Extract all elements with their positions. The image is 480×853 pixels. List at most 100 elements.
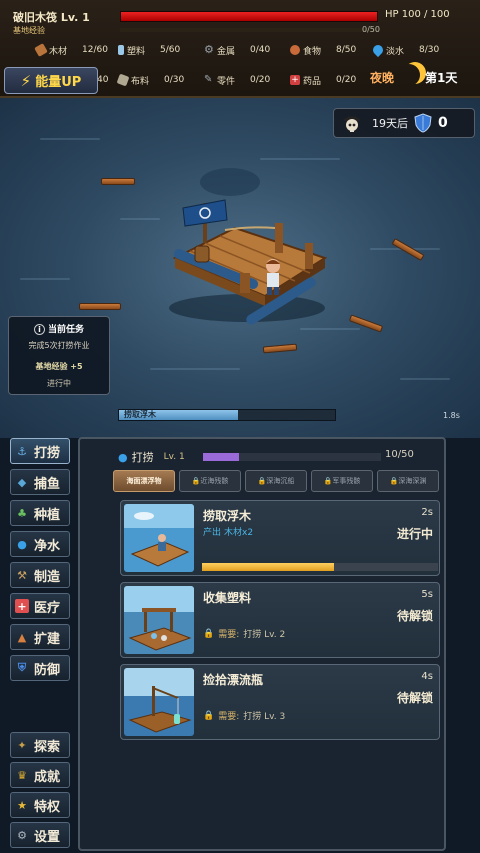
- cloth-icon: [116, 73, 130, 87]
- pirate-skull-icon: [343, 116, 361, 132]
- threat-days: 19天后: [372, 117, 408, 130]
- resource-wood: 木材 12/60: [34, 43, 108, 57]
- nav-medical[interactable]: + 医疗: [10, 593, 70, 619]
- skill-header: ● 打捞 Lv. 1: [118, 449, 185, 465]
- lock-icon: 🔒: [191, 477, 201, 485]
- ocean-scene: 19天后 0 i 当前任务 完成5次打捞作业 基地经验 +5 进行中 捞取浮木 …: [0, 98, 480, 438]
- base-exp-text: 0/50: [362, 25, 380, 34]
- nav-salvage[interactable]: ⚓ 打捞: [10, 438, 70, 464]
- wood-icon: [34, 43, 48, 57]
- action-time: 5s: [421, 589, 433, 600]
- skill-name: 打捞: [131, 451, 154, 464]
- anchor-icon: ⚓: [17, 444, 27, 458]
- plastic-bottle-icon: [118, 45, 124, 55]
- driftwood-thumbnail: [124, 504, 194, 572]
- task-reward: 基地经验 +5: [35, 362, 83, 371]
- meat-icon: [290, 45, 300, 55]
- action-card-plastic[interactable]: 收集塑料 5s 待解锁 🔒 需要: 打捞 Lv. 2: [120, 582, 440, 658]
- top-bar: 破旧木筏 Lv. 1 HP 100 / 100 基地经验 0/50 木材 12/6…: [0, 0, 480, 98]
- action-requirement: 🔒 需要: 打捞 Lv. 2: [203, 628, 286, 641]
- nav-expand[interactable]: ▲ 扩建: [10, 624, 70, 650]
- tab-nearshore[interactable]: 🔒 近海残骸: [179, 470, 241, 492]
- skill-exp-count: 10/50: [385, 449, 414, 460]
- action-title: 捡拾漂流瓶: [203, 673, 264, 687]
- task-status: 进行中: [47, 379, 71, 388]
- resource-parts: ✎ 零件 0/20: [204, 74, 271, 87]
- plastic-thumbnail: [124, 586, 194, 654]
- nav-purify[interactable]: ● 净水: [10, 531, 70, 557]
- compass-icon: ✦: [17, 738, 27, 752]
- nav-achievements[interactable]: ♛ 成就: [10, 762, 70, 788]
- threat-panel[interactable]: 19天后 0: [333, 108, 475, 138]
- task-description: 完成5次打捞作业: [28, 341, 90, 350]
- nav-crafting[interactable]: ⚒ 制造: [10, 562, 70, 588]
- resource-metal: ⚙ 金属 0/40: [204, 43, 271, 57]
- tab-military[interactable]: 🔒 军事残骸: [311, 470, 373, 492]
- lock-icon: 🔒: [389, 477, 399, 485]
- day-counter: 第1天: [425, 71, 458, 85]
- tab-surface[interactable]: 海面漂浮物: [113, 470, 175, 492]
- salvage-tabs: 海面漂浮物 🔒 近海残骸 🔒 深海沉船 🔒 军事残骸 🔒 深海深渊: [113, 470, 439, 492]
- task-title: 当前任务: [47, 325, 84, 335]
- fish-icon: ◆: [17, 475, 27, 489]
- resource-partial: 40: [97, 75, 109, 85]
- lock-icon: 🔒: [257, 477, 267, 485]
- water-drop-icon: [370, 42, 386, 58]
- shield-icon: ⛨: [17, 661, 27, 674]
- hp-bar: [120, 11, 378, 22]
- resource-water: 淡水 8/30: [370, 42, 439, 58]
- nav-defense[interactable]: ⛨ 防御: [10, 655, 70, 681]
- nav-privileges[interactable]: ★ 特权: [10, 792, 70, 818]
- defense-value: 0: [438, 115, 448, 131]
- lightning-icon: ⚡: [20, 71, 32, 90]
- base-exp-label: 基地经验: [13, 26, 45, 35]
- gear-icon: ⚙: [204, 43, 214, 56]
- shield-icon: [414, 113, 432, 133]
- bottle-thumbnail: [124, 668, 194, 736]
- resource-plastic: 塑料 5/60: [118, 43, 180, 57]
- tab-abyss[interactable]: 🔒 深海深渊: [377, 470, 439, 492]
- current-task-panel[interactable]: i 当前任务 完成5次打捞作业 基地经验 +5 进行中: [8, 316, 110, 395]
- lock-icon: 🔒: [323, 477, 333, 485]
- action-status: 待解锁: [396, 609, 433, 623]
- action-status: 待解锁: [396, 691, 433, 705]
- medkit-icon: +: [290, 75, 300, 85]
- info-icon: i: [33, 324, 45, 335]
- action-time: 2s: [421, 507, 433, 518]
- action-card-bottle[interactable]: 捡拾漂流瓶 4s 待解锁 🔒 需要: 打捞 Lv. 3: [120, 664, 440, 740]
- nav-settings[interactable]: ⚙ 设置: [10, 822, 70, 848]
- hp-bar-fill: [121, 12, 377, 21]
- water-drop-icon: ●: [17, 537, 27, 551]
- gear-icon: ⚙: [17, 828, 27, 842]
- tab-deep-wreck[interactable]: 🔒 深海沉船: [245, 470, 307, 492]
- nav-explore[interactable]: ✦ 探索: [10, 732, 70, 758]
- action-progress-time: 1.8s: [443, 411, 460, 420]
- water-drop-icon: ●: [118, 450, 128, 464]
- lock-icon: 🔒: [203, 710, 215, 721]
- wrench-icon: ✎: [204, 74, 213, 85]
- raft-base[interactable]: [165, 178, 330, 328]
- skill-exp-fill: [203, 453, 239, 461]
- resource-food: 食物 8/50: [290, 43, 356, 57]
- medkit-icon: +: [15, 599, 29, 613]
- action-requirement: 🔒 需要: 打捞 Lv. 3: [203, 710, 286, 723]
- action-card-driftwood[interactable]: 捞取浮木 2s 产出 木材x2 进行中: [120, 500, 440, 576]
- action-progress-bar: [202, 563, 438, 571]
- floating-plank[interactable]: [101, 178, 135, 185]
- lock-icon: 🔒: [203, 628, 215, 639]
- time-of-day: 夜晚: [370, 71, 395, 85]
- sprout-icon: ♣: [17, 506, 27, 520]
- action-title: 收集塑料: [203, 591, 252, 605]
- floating-plank[interactable]: [262, 343, 298, 354]
- floating-plank[interactable]: [79, 303, 121, 310]
- energy-up-button[interactable]: ⚡ 能量UP: [4, 67, 98, 94]
- action-status: 进行中: [396, 527, 433, 541]
- nav-fishing[interactable]: ◆ 捕鱼: [10, 469, 70, 495]
- action-progress-label: 捞取浮木: [124, 410, 156, 419]
- nav-farming[interactable]: ♣ 种植: [10, 500, 70, 526]
- resource-cloth: 布料 0/30: [116, 73, 184, 87]
- action-title: 捞取浮木: [203, 509, 252, 523]
- raft-title: 破旧木筏 Lv. 1: [13, 11, 90, 24]
- build-icon: ▲: [17, 630, 27, 644]
- hammer-icon: ⚒: [17, 568, 27, 582]
